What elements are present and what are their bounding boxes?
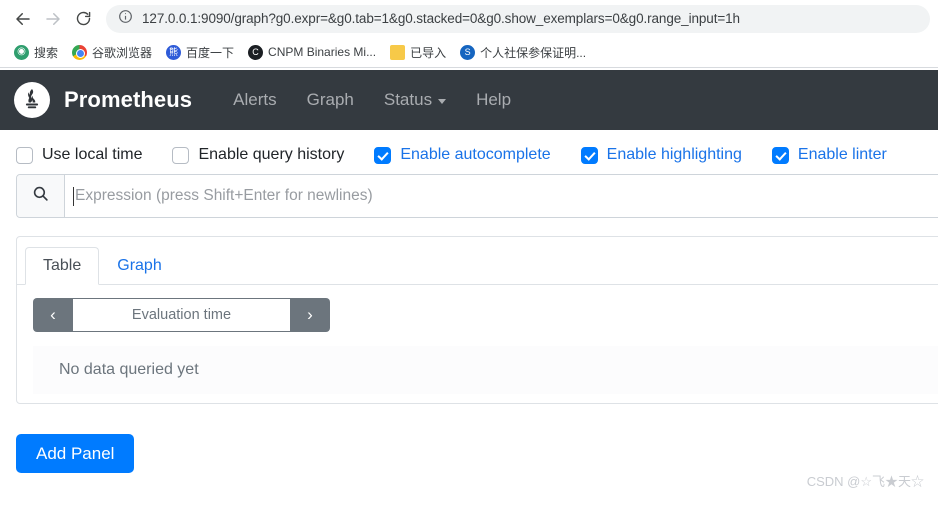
nav-link-graph[interactable]: Graph [292,84,369,116]
tab-graph[interactable]: Graph [99,247,179,285]
expression-input-group[interactable]: Expression (press Shift+Enter for newlin… [16,174,938,218]
bookmark-item-cnpm[interactable]: C CNPM Binaries Mi... [242,40,382,64]
top-navbar: Prometheus Alerts Graph Status Help [0,70,938,130]
watermark: CSDN @☆飞★天☆ [806,474,924,489]
chevron-down-icon [438,98,447,104]
back-arrow-icon [14,10,32,28]
panel-body: ‹ Evaluation time › No data queried yet [17,285,938,394]
option-enable-highlighting[interactable]: Enable highlighting [580,146,742,164]
bookmarks-bar: ◉ 搜索 谷歌浏览器 熊 百度一下 C CNPM Binaries Mi... … [0,37,938,67]
checkbox-enable-highlighting[interactable] [580,146,598,164]
option-label: Enable highlighting [606,146,742,163]
bookmark-label: 已导入 [410,45,447,60]
chevron-left-icon: ‹ [50,305,56,324]
checkbox-enable-query-history[interactable] [172,146,190,164]
bookmark-label: CNPM Binaries Mi... [268,45,377,59]
option-enable-linter[interactable]: Enable linter [771,146,887,164]
browser-nav-row: 127.0.0.1:9090/graph?g0.expr=&g0.tab=1&g… [0,0,938,37]
brand[interactable]: Prometheus [14,82,192,118]
bookmark-item-imported[interactable]: 已导入 [384,40,452,64]
checkbox-enable-autocomplete[interactable] [374,146,392,164]
nav-link-label: Alerts [233,90,277,109]
bookmark-label: 搜索 [34,45,59,60]
nav-link-label: Graph [306,90,354,109]
globe-icon: ◉ [14,44,29,60]
search-icon [32,185,49,207]
bookmark-item-baidu[interactable]: 熊 百度一下 [160,40,240,64]
tab-table[interactable]: Table [25,247,100,285]
option-enable-autocomplete[interactable]: Enable autocomplete [374,146,551,164]
option-label: Enable query history [198,146,345,163]
nav-link-label: Status [383,90,433,109]
chrome-divider [0,67,938,68]
chevron-right-icon: › [307,305,313,324]
eval-time-prev-button[interactable]: ‹ [33,298,73,332]
panel-tabs: Table Graph [17,237,938,285]
page-footer: Add Panel CSDN @☆飞★天☆ [0,434,938,494]
nav-links: Alerts Graph Status Help [218,84,526,116]
cnpm-icon: C [248,44,264,60]
option-use-local-time[interactable]: Use local time [16,146,142,164]
query-panel: Table Graph ‹ Evaluation time › No data … [16,236,938,404]
expression-input[interactable]: Expression (press Shift+Enter for newlin… [65,175,938,217]
reload-button[interactable] [68,4,98,34]
option-label: Enable linter [797,146,887,163]
browser-chrome: 127.0.0.1:9090/graph?g0.expr=&g0.tab=1&g… [0,0,938,70]
site-info-icon[interactable] [118,9,133,29]
nav-link-alerts[interactable]: Alerts [218,84,291,116]
back-button[interactable] [8,4,38,34]
folder-icon [390,44,406,60]
tab-label: Table [43,257,82,274]
nav-link-status[interactable]: Status [369,84,461,116]
bookmark-item-shebao[interactable]: S 个人社保参保证明... [454,40,592,64]
option-label: Enable autocomplete [400,146,551,163]
eval-time-next-button[interactable]: › [290,298,330,332]
nav-link-help[interactable]: Help [461,84,526,116]
address-bar[interactable]: 127.0.0.1:9090/graph?g0.expr=&g0.tab=1&g… [106,4,930,33]
add-panel-button[interactable]: Add Panel [16,434,135,473]
text-cursor [73,186,74,206]
options-row: Use local time Enable query history Enab… [0,130,938,174]
checkbox-use-local-time[interactable] [16,146,33,164]
expression-placeholder: Expression (press Shift+Enter for newlin… [75,187,373,204]
option-label: Use local time [42,146,143,163]
shebao-icon: S [460,44,476,60]
chrome-icon [72,44,88,60]
expression-search-button[interactable] [17,175,65,217]
reload-icon [75,10,92,27]
empty-state-message: No data queried yet [33,346,938,394]
bookmark-label: 百度一下 [186,45,235,60]
tab-label: Graph [117,257,162,274]
bookmark-item-search[interactable]: ◉ 搜索 [8,40,64,64]
address-bar-url: 127.0.0.1:9090/graph?g0.expr=&g0.tab=1&g… [142,11,740,26]
bookmark-label: 个人社保参保证明... [480,45,587,60]
baidu-icon: 熊 [166,44,182,60]
prometheus-page: Prometheus Alerts Graph Status Help Use … [0,70,938,494]
forward-button[interactable] [38,4,68,34]
evaluation-time-placeholder: Evaluation time [131,307,232,323]
bookmark-item-chrome[interactable]: 谷歌浏览器 [66,40,158,64]
option-enable-query-history[interactable]: Enable query history [172,146,344,164]
forward-arrow-icon [44,10,62,28]
nav-link-label: Help [476,90,512,109]
checkbox-enable-linter[interactable] [771,146,789,164]
evaluation-time-input[interactable]: Evaluation time [73,298,290,332]
bookmark-label: 谷歌浏览器 [92,45,153,60]
prometheus-logo-icon [14,82,50,118]
evaluation-time-group: ‹ Evaluation time › [33,298,330,332]
brand-name: Prometheus [64,87,193,112]
